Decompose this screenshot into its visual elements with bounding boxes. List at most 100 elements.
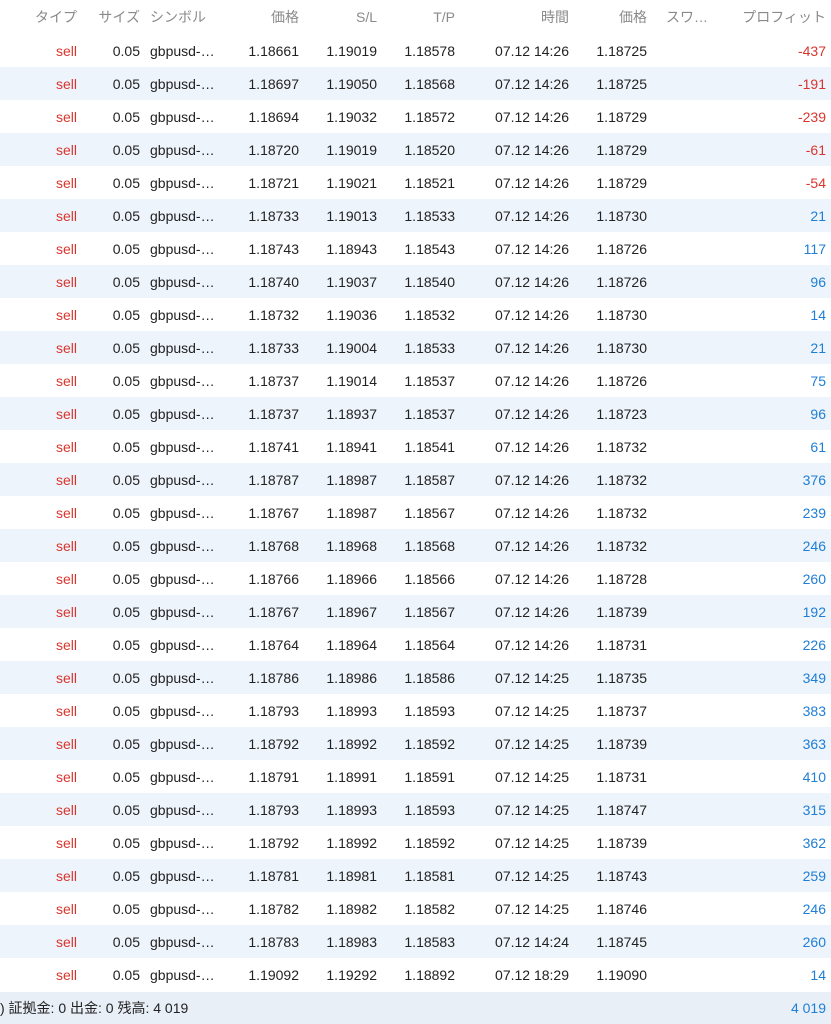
col-header-tp[interactable]: T/P xyxy=(388,0,455,34)
col-header-sl[interactable]: S/L xyxy=(310,0,377,34)
table-row[interactable]: sell 0.05 gbpusd-… 1.18792 1.18992 1.18592 07.… xyxy=(0,826,831,859)
table-row[interactable]: sell 0.05 gbpusd-… 1.18768 1.18968 1.18568 07.… xyxy=(0,529,831,562)
col-header-size[interactable]: サイズ xyxy=(80,0,140,34)
col-header-swap[interactable]: スワ… xyxy=(666,0,726,34)
cell-swap xyxy=(660,166,720,199)
cell-time: 07.12 14:26 xyxy=(495,174,569,191)
cell-sl: 1.18937 xyxy=(326,405,377,422)
col-header-time[interactable]: 時間 xyxy=(470,0,569,34)
cell-tp: 1.18567 xyxy=(404,603,455,620)
cell-symbol: gbpusd-… xyxy=(150,240,215,257)
cell-tp: 1.18567 xyxy=(404,504,455,521)
cell-time: 07.12 14:25 xyxy=(495,669,569,686)
cell-price: 1.18725 xyxy=(596,42,647,59)
table-row[interactable]: sell 0.05 gbpusd-… 1.18793 1.18993 1.18593 07.… xyxy=(0,793,831,826)
cell-profit: 260 xyxy=(802,933,826,950)
cell-sl: 1.18993 xyxy=(326,702,377,719)
cell-time: 07.12 14:25 xyxy=(495,801,569,818)
table-row[interactable]: sell 0.05 gbpusd-… 1.18733 1.19013 1.18533 07.… xyxy=(0,199,831,232)
cell-sl: 1.19292 xyxy=(326,966,377,983)
cell-swap xyxy=(660,694,720,727)
cell-time: 07.12 14:26 xyxy=(495,504,569,521)
table-row[interactable]: sell 0.05 gbpusd-… 1.18741 1.18941 1.18541 07.… xyxy=(0,430,831,463)
cell-profit: 239 xyxy=(802,504,826,521)
col-header-open-price[interactable]: 価格 xyxy=(232,0,299,34)
table-row[interactable]: sell 0.05 gbpusd-… 1.18720 1.19019 1.18520 07.… xyxy=(0,133,831,166)
cell-profit: 75 xyxy=(810,372,826,389)
cell-tp: 1.18582 xyxy=(404,900,455,917)
table-row[interactable]: sell 0.05 gbpusd-… 1.18721 1.19021 1.18521 07.… xyxy=(0,166,831,199)
cell-sl: 1.19036 xyxy=(326,306,377,323)
cell-symbol: gbpusd-… xyxy=(150,207,215,224)
cell-price: 1.18731 xyxy=(596,636,647,653)
table-row[interactable]: sell 0.05 gbpusd-… 1.18792 1.18992 1.18592 07.… xyxy=(0,727,831,760)
cell-size: 0.05 xyxy=(112,669,140,686)
cell-type: sell xyxy=(55,603,77,620)
cell-size: 0.05 xyxy=(112,273,140,290)
table-row[interactable]: sell 0.05 gbpusd-… 1.18737 1.18937 1.18537 07.… xyxy=(0,397,831,430)
cell-type: sell xyxy=(55,702,77,719)
col-header-profit[interactable]: プロフィット xyxy=(720,0,826,34)
table-row[interactable]: sell 0.05 gbpusd-… 1.18791 1.18991 1.18591 07.… xyxy=(0,760,831,793)
table-row[interactable]: sell 0.05 gbpusd-… 1.18783 1.18983 1.18583 07.… xyxy=(0,925,831,958)
account-summary-bar: ) 証拠金: 0 出金: 0 残高: 4 019 4 019 xyxy=(0,992,831,1024)
cell-time: 07.12 14:26 xyxy=(495,306,569,323)
cell-open-price: 1.18740 xyxy=(248,273,299,290)
table-row[interactable]: sell 0.05 gbpusd-… 1.18781 1.18981 1.18581 07.… xyxy=(0,859,831,892)
table-row[interactable]: sell 0.05 gbpusd-… 1.18793 1.18993 1.18593 07.… xyxy=(0,694,831,727)
cell-swap xyxy=(660,793,720,826)
cell-price: 1.18737 xyxy=(596,702,647,719)
cell-tp: 1.18568 xyxy=(404,537,455,554)
cell-price: 1.18746 xyxy=(596,900,647,917)
cell-type: sell xyxy=(55,570,77,587)
table-row[interactable]: sell 0.05 gbpusd-… 1.18767 1.18987 1.18567 07.… xyxy=(0,496,831,529)
cell-size: 0.05 xyxy=(112,438,140,455)
table-row[interactable]: sell 0.05 gbpusd-… 1.18766 1.18966 1.18566 07.… xyxy=(0,562,831,595)
table-row[interactable]: sell 0.05 gbpusd-… 1.18787 1.18987 1.18587 07.… xyxy=(0,463,831,496)
table-row[interactable]: sell 0.05 gbpusd-… 1.18740 1.19037 1.18540 07.… xyxy=(0,265,831,298)
cell-size: 0.05 xyxy=(112,834,140,851)
cell-type: sell xyxy=(55,768,77,785)
col-header-symbol[interactable]: シンボル xyxy=(150,0,225,34)
cell-size: 0.05 xyxy=(112,306,140,323)
col-header-price[interactable]: 価格 xyxy=(580,0,647,34)
cell-time: 07.12 14:26 xyxy=(495,273,569,290)
cell-time: 07.12 14:26 xyxy=(495,108,569,125)
table-row[interactable]: sell 0.05 gbpusd-… 1.18767 1.18967 1.18567 07.… xyxy=(0,595,831,628)
table-row[interactable]: sell 0.05 gbpusd-… 1.18694 1.19032 1.18572 07.… xyxy=(0,100,831,133)
cell-sl: 1.18986 xyxy=(326,669,377,686)
table-row[interactable]: sell 0.05 gbpusd-… 1.18764 1.18964 1.18564 07.… xyxy=(0,628,831,661)
cell-profit: 349 xyxy=(802,669,826,686)
table-row[interactable]: sell 0.05 gbpusd-… 1.18661 1.19019 1.18578 07.… xyxy=(0,34,831,67)
account-summary-text: ) 証拠金: 0 出金: 0 残高: 4 019 xyxy=(0,1000,189,1016)
cell-price: 1.18726 xyxy=(596,240,647,257)
table-row[interactable]: sell 0.05 gbpusd-… 1.18732 1.19036 1.18532 07.… xyxy=(0,298,831,331)
cell-profit: -239 xyxy=(797,108,826,125)
table-row[interactable]: sell 0.05 gbpusd-… 1.18737 1.19014 1.18537 07.… xyxy=(0,364,831,397)
cell-type: sell xyxy=(55,966,77,983)
table-row[interactable]: sell 0.05 gbpusd-… 1.18697 1.19050 1.18568 07.… xyxy=(0,67,831,100)
cell-sl: 1.18943 xyxy=(326,240,377,257)
table-row[interactable]: sell 0.05 gbpusd-… 1.18782 1.18982 1.18582 07.… xyxy=(0,892,831,925)
cell-swap xyxy=(660,298,720,331)
cell-sl: 1.19050 xyxy=(326,75,377,92)
table-row[interactable]: sell 0.05 gbpusd-… 1.19092 1.19292 1.18892 07.… xyxy=(0,958,831,991)
cell-sl: 1.19004 xyxy=(326,339,377,356)
cell-swap xyxy=(660,430,720,463)
cell-time: 07.12 14:25 xyxy=(495,735,569,752)
cell-swap xyxy=(660,67,720,100)
cell-symbol: gbpusd-… xyxy=(150,702,215,719)
cell-type: sell xyxy=(55,240,77,257)
cell-tp: 1.18541 xyxy=(404,438,455,455)
table-row[interactable]: sell 0.05 gbpusd-… 1.18733 1.19004 1.18533 07.… xyxy=(0,331,831,364)
col-header-type[interactable]: タイプ xyxy=(10,0,77,34)
table-row[interactable]: sell 0.05 gbpusd-… 1.18743 1.18943 1.18543 07.… xyxy=(0,232,831,265)
cell-open-price: 1.18720 xyxy=(248,141,299,158)
total-profit: 4 019 xyxy=(790,1000,826,1016)
cell-symbol: gbpusd-… xyxy=(150,273,215,290)
cell-open-price: 1.19092 xyxy=(248,966,299,983)
cell-sl: 1.18981 xyxy=(326,867,377,884)
cell-symbol: gbpusd-… xyxy=(150,966,215,983)
cell-price: 1.18725 xyxy=(596,75,647,92)
table-row[interactable]: sell 0.05 gbpusd-… 1.18786 1.18986 1.18586 07.… xyxy=(0,661,831,694)
